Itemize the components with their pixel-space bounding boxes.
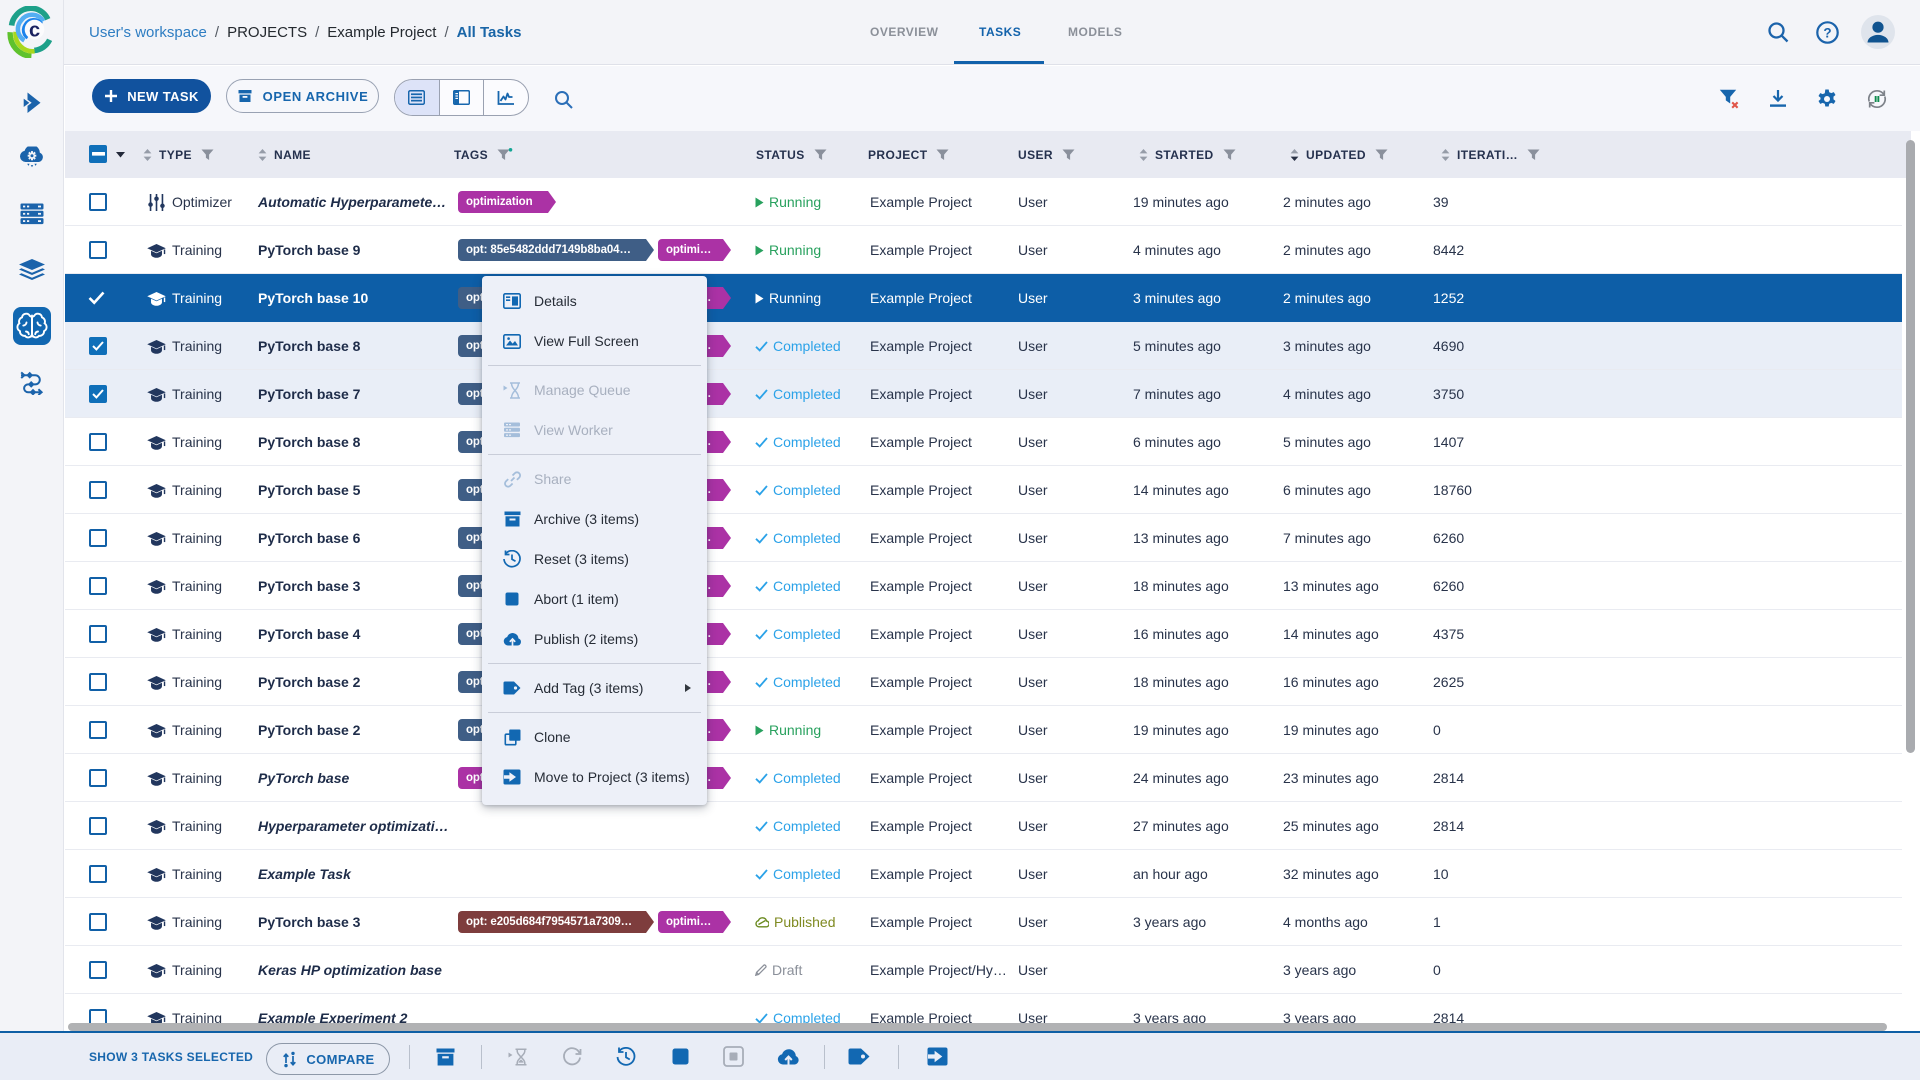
svg-text:c: c bbox=[29, 20, 40, 42]
svg-text:?: ? bbox=[1823, 26, 1831, 41]
